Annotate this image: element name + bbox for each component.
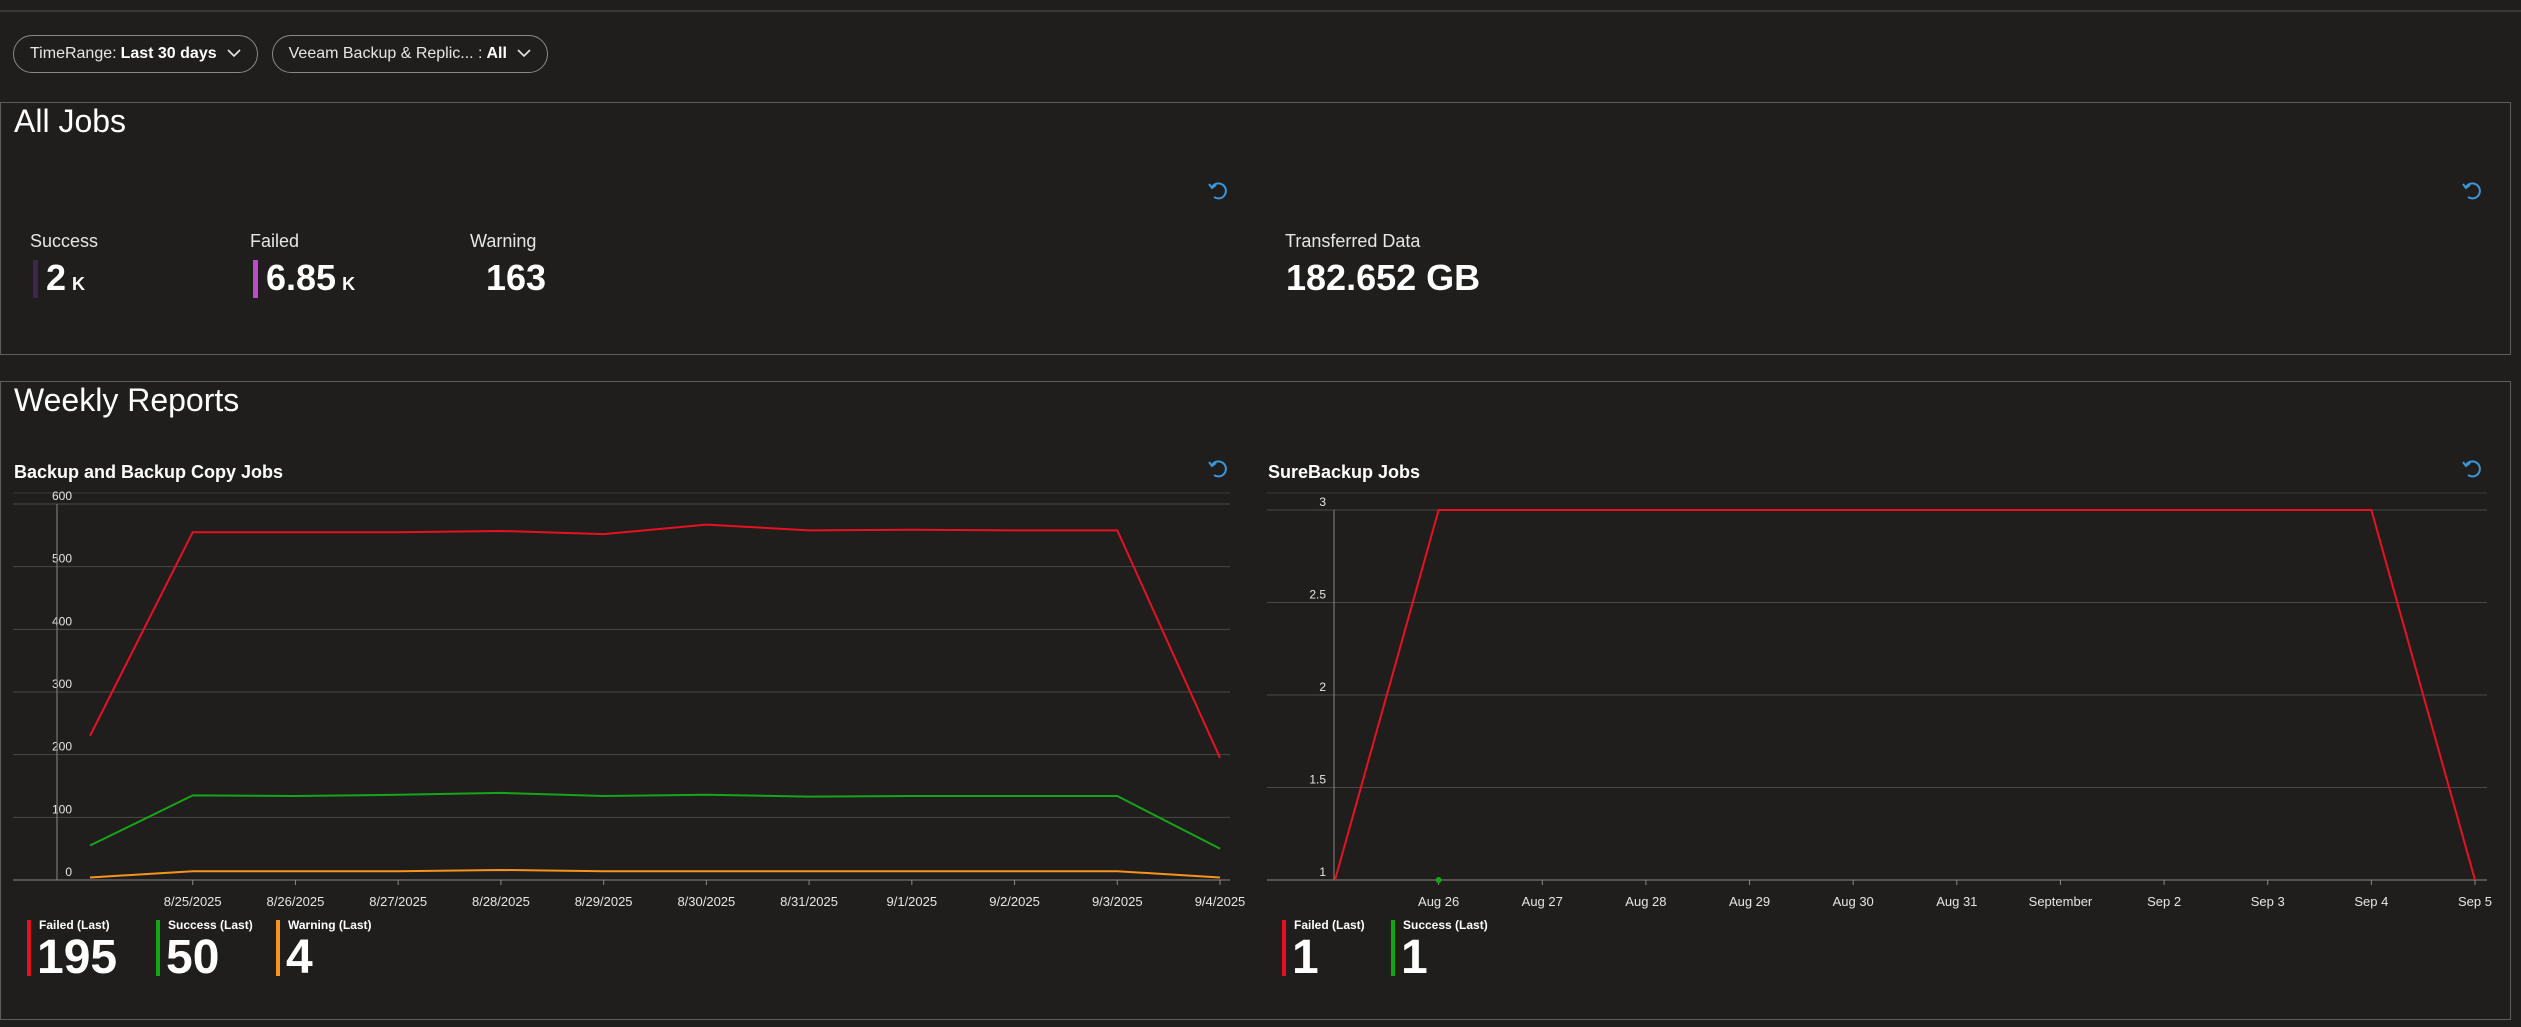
veeam-server-filter[interactable]: Veeam Backup & Replic... : All [271, 35, 548, 73]
legend-value: 1 [1292, 931, 1319, 984]
weekly-reports-section: Weekly Reports Backup and Backup Copy Jo… [0, 381, 2511, 1020]
legend-value: 195 [37, 931, 118, 984]
kpi-label: Warning [470, 231, 537, 251]
top-divider [0, 10, 2521, 12]
kpi-value: 2K [46, 257, 86, 298]
kpi-label: Success [30, 231, 99, 251]
kpi-color-bar [473, 260, 478, 298]
filter-bar: TimeRange: Last 30 days Veeam Backup & R… [13, 35, 548, 73]
kpi-color-bar [253, 260, 258, 298]
kpi-color-bar [33, 260, 38, 298]
chart-title: Backup and Backup Copy Jobs [14, 462, 284, 482]
kpi-value: 163 [486, 257, 547, 298]
kpi-label: Failed [250, 231, 300, 251]
chevron-down-icon [227, 45, 241, 63]
refresh-icon[interactable] [2461, 180, 2483, 202]
chevron-down-icon [517, 45, 531, 63]
kpi-value: 182.652 GB [1286, 257, 1481, 298]
time-range-value: Last 30 days [120, 45, 217, 62]
refresh-icon[interactable] [2461, 458, 2483, 480]
legend-color-bar [1391, 920, 1395, 976]
time-range-filter[interactable]: TimeRange: Last 30 days [13, 35, 258, 73]
veeam-filter-label: Veeam Backup & Replic... : [288, 45, 483, 62]
legend-color-bar [1282, 920, 1286, 976]
legend-color-bar [156, 920, 160, 976]
legend-color-bar [276, 920, 280, 976]
legend-value: 50 [166, 931, 220, 984]
kpi-label: Transferred Data [1285, 231, 1421, 251]
section-title: All Jobs [14, 103, 127, 139]
legend-value: 1 [1401, 931, 1428, 984]
legend-color-bar [27, 920, 31, 976]
kpi-value: 6.85 K [266, 257, 356, 298]
all-jobs-section: All Jobs Success 2K Failed 6.85 K Warning… [0, 102, 2511, 355]
veeam-filter-value: All [486, 45, 507, 62]
legend-value: 4 [286, 931, 313, 984]
chart-title: SureBackup Jobs [1268, 462, 1421, 482]
section-title: Weekly Reports [14, 382, 240, 418]
time-range-label: TimeRange: [30, 45, 117, 62]
refresh-icon[interactable] [1207, 180, 1229, 202]
refresh-icon[interactable] [1207, 458, 1229, 480]
